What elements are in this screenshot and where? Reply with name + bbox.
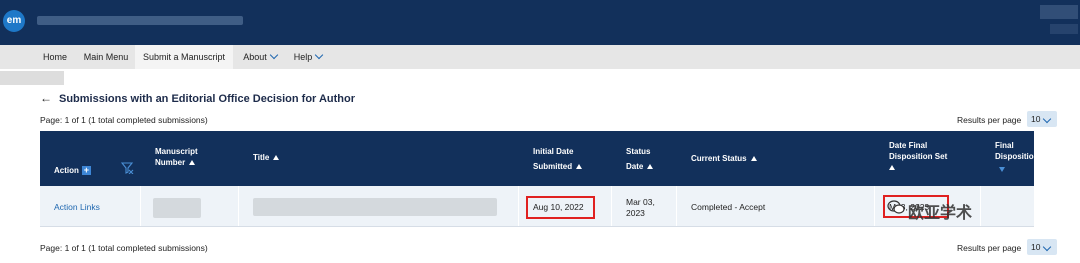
nav-home[interactable]: Home — [36, 45, 74, 69]
chevron-down-icon — [269, 50, 279, 60]
action-links[interactable]: Action Links — [54, 202, 100, 213]
site-name-redacted — [37, 16, 243, 25]
col-initial-line2: Submitted — [533, 162, 573, 171]
em-logo[interactable]: em — [3, 10, 25, 32]
col-date-final[interactable]: Date Final Disposition Set — [889, 140, 947, 173]
results-per-page-label-bottom: Results per page — [957, 243, 1022, 253]
col-current-status[interactable]: Current Status — [691, 153, 757, 164]
main-nav: Home Main Menu Submit a Manuscript About… — [0, 45, 1080, 69]
manuscript-number-redacted — [153, 198, 201, 218]
nav-main-menu[interactable]: Main Menu — [78, 45, 134, 69]
sort-asc-icon — [647, 164, 654, 170]
page-info-top: Page: 1 of 1 (1 total completed submissi… — [40, 115, 208, 125]
col-status-line2: Date — [626, 162, 644, 171]
column-divider — [676, 186, 677, 226]
watermark-text: 欧亚学术 — [908, 205, 973, 222]
filter-clear-icon[interactable] — [121, 162, 134, 174]
col-manuscript-line1: Manuscript — [155, 147, 198, 156]
results-per-page-value: 10 — [1031, 114, 1041, 124]
nav-submit-manuscript[interactable]: Submit a Manuscript — [135, 45, 233, 69]
col-final-line1: Final — [995, 141, 1014, 150]
nav-help[interactable]: Help — [288, 45, 328, 69]
sort-asc-icon — [189, 160, 196, 166]
sort-asc-icon — [750, 156, 757, 162]
col-action[interactable]: Action + — [54, 165, 91, 176]
column-divider — [518, 186, 519, 226]
nav-help-label: Help — [293, 52, 313, 62]
page-info-bottom: Page: 1 of 1 (1 total completed submissi… — [40, 243, 208, 253]
results-per-page-value-bottom: 10 — [1031, 242, 1041, 252]
col-date-final-line2: Disposition Set — [889, 152, 948, 161]
page-title-text: Submissions with an Editorial Office Dec… — [59, 93, 356, 105]
col-date-final-line1: Date Final — [889, 141, 928, 150]
col-title[interactable]: Title — [253, 152, 280, 163]
status-date-line1: Mar 03, — [626, 197, 655, 207]
col-title-label: Title — [253, 153, 270, 162]
results-per-page-label: Results per page — [957, 115, 1022, 125]
col-manuscript-line2: Number — [155, 158, 186, 167]
col-final-disposition[interactable]: Final Disposition — [995, 140, 1039, 175]
chevron-down-icon — [1042, 242, 1052, 252]
results-per-page-select-bottom[interactable]: 10 — [1027, 239, 1057, 255]
nav-home-label: Home — [42, 52, 67, 62]
col-initial-date[interactable]: Initial Date Submitted — [533, 146, 583, 172]
page-title: Submissions with an Editorial Office Dec… — [40, 93, 355, 105]
nav-main-menu-label: Main Menu — [83, 52, 129, 62]
initial-date-value: Aug 10, 2022 — [533, 202, 584, 212]
add-icon[interactable]: + — [81, 166, 91, 176]
column-divider — [238, 186, 239, 226]
status-date-line2: 2023 — [626, 208, 645, 218]
breadcrumb-redacted — [0, 71, 64, 85]
results-per-page-select[interactable]: 10 — [1027, 111, 1057, 127]
sort-desc-icon — [999, 167, 1005, 173]
user-name-redacted — [1040, 5, 1078, 19]
chevron-down-icon — [1042, 114, 1052, 124]
sort-asc-icon — [273, 155, 280, 161]
title-redacted — [253, 198, 497, 216]
nav-about[interactable]: About — [236, 45, 284, 69]
col-initial-line1: Initial Date — [533, 147, 574, 156]
nav-submit-label: Submit a Manuscript — [142, 52, 226, 62]
top-header: em — [0, 0, 1080, 45]
col-current-status-label: Current Status — [691, 154, 747, 163]
column-divider — [874, 186, 875, 226]
col-manuscript-number[interactable]: Manuscript Number — [155, 146, 198, 168]
column-divider — [140, 186, 141, 226]
col-final-line2: Disposition — [995, 152, 1039, 161]
col-status-line1: Status — [626, 147, 651, 156]
column-divider — [611, 186, 612, 226]
action-links-link[interactable]: Action Links — [54, 202, 100, 212]
sort-asc-icon — [889, 165, 895, 171]
sort-asc-icon — [576, 164, 583, 170]
col-action-label: Action — [54, 166, 79, 175]
col-status-date[interactable]: Status Date — [626, 146, 654, 172]
wechat-icon — [887, 200, 905, 214]
current-status-value: Completed - Accept — [691, 202, 766, 212]
chevron-down-icon — [315, 50, 324, 60]
nav-about-label: About — [243, 52, 267, 62]
user-role-redacted — [1050, 24, 1078, 34]
status-date-value: Mar 03, 2023 — [626, 197, 655, 219]
column-divider — [980, 186, 981, 226]
